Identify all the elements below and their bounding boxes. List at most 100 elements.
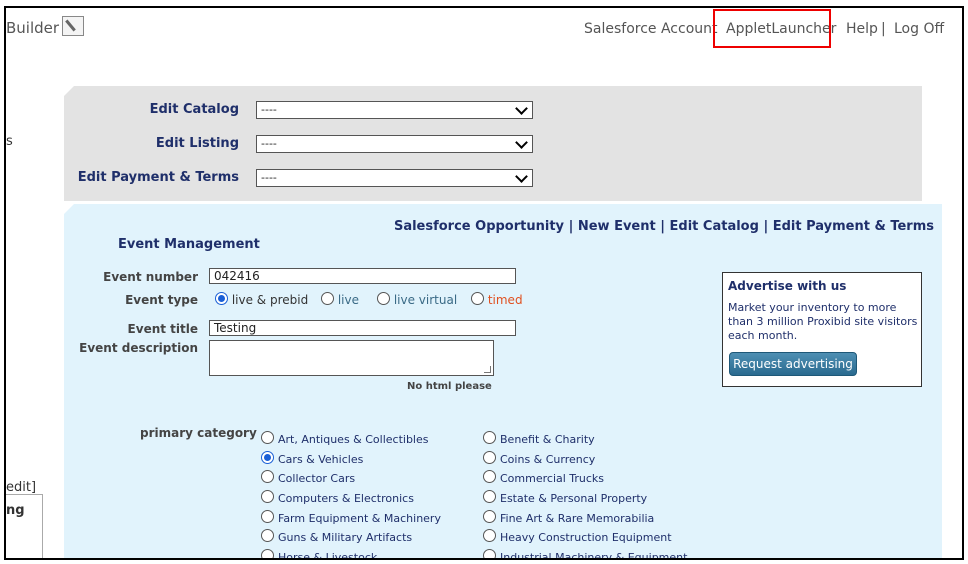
advertise-text: Market your inventory to more than 3 mil… [728, 301, 918, 342]
highlight-box [713, 9, 831, 48]
advertise-box: Advertise with us Market your inventory … [722, 272, 922, 387]
chevron-down-icon [515, 102, 528, 115]
edit-payment-value: ---- [261, 171, 277, 184]
left-fragment-s: s [6, 134, 13, 149]
edit-listing-value: ---- [261, 137, 277, 150]
event-title-input[interactable]: Testing [209, 320, 516, 336]
radio[interactable] [261, 510, 274, 523]
help-link[interactable]: Help [846, 21, 878, 37]
edit-payment-terms-link[interactable]: Edit Payment & Terms [773, 219, 934, 234]
radio[interactable] [483, 549, 496, 558]
category-option[interactable]: Collector Cars [261, 470, 355, 485]
edit-catalog-link[interactable]: Edit Catalog [670, 219, 759, 234]
radio[interactable] [377, 292, 390, 305]
edit-listing-select[interactable]: ---- [256, 135, 533, 153]
category-label: Guns & Military Artifacts [278, 531, 413, 544]
radio[interactable] [261, 470, 274, 483]
radio[interactable] [261, 431, 274, 444]
category-label: Cars & Vehicles [278, 453, 364, 466]
category-option[interactable]: Farm Equipment & Machinery [261, 510, 441, 525]
radio[interactable] [321, 292, 334, 305]
radio[interactable] [483, 490, 496, 503]
event-type-timed-label: timed [487, 293, 523, 307]
category-option[interactable]: Commercial Trucks [483, 470, 604, 485]
category-option[interactable]: Cars & Vehicles [261, 451, 363, 466]
radio[interactable] [483, 470, 496, 483]
request-advertising-button[interactable]: Request advertising [729, 352, 857, 376]
edit-payment-label: Edit Payment & Terms [77, 170, 239, 185]
event-type-live-label: live [337, 293, 359, 307]
nav-separator: | [881, 21, 886, 37]
event-type-label: Event type [125, 293, 198, 307]
category-label: Farm Equipment & Machinery [278, 512, 441, 525]
edit-panel: Edit Catalog ---- Edit Listing ---- Edit… [64, 86, 922, 201]
edit-catalog-value: ---- [261, 103, 277, 116]
category-label: Art, Antiques & Collectibles [278, 433, 429, 446]
radio-selected[interactable] [261, 451, 274, 464]
event-number-input[interactable]: 042416 [209, 268, 516, 284]
radio[interactable] [471, 292, 484, 305]
category-label: Collector Cars [278, 472, 356, 485]
edit-listing-label: Edit Listing [155, 136, 239, 151]
category-option[interactable]: Industrial Machinery & Equipment [483, 549, 688, 560]
event-type-live-prebid[interactable]: live & prebid [215, 292, 308, 307]
chevron-down-icon [515, 170, 528, 183]
event-type-live-virtual-label: live virtual [393, 293, 458, 307]
event-type-live-virtual[interactable]: live virtual [377, 292, 457, 307]
edit-catalog-select[interactable]: ---- [256, 101, 533, 119]
advertise-title: Advertise with us [728, 279, 847, 293]
edit-catalog-label: Edit Catalog [149, 102, 239, 117]
category-label: Fine Art & Rare Memorabilia [500, 512, 655, 525]
radio-selected[interactable] [215, 292, 228, 305]
event-title-label: Event title [127, 322, 198, 336]
category-option[interactable]: Coins & Currency [483, 451, 595, 466]
event-management-title: Event Management [118, 237, 260, 252]
quicklink-separator: | [568, 219, 574, 234]
radio[interactable] [483, 529, 496, 542]
event-type-live[interactable]: live [321, 292, 359, 307]
chevron-down-icon [515, 136, 528, 149]
radio[interactable] [261, 490, 274, 503]
category-option[interactable]: Estate & Personal Property [483, 490, 647, 505]
radio[interactable] [483, 431, 496, 444]
category-option[interactable]: Computers & Electronics [261, 490, 414, 505]
category-label: Coins & Currency [500, 453, 596, 466]
quicklink-separator: | [660, 219, 665, 234]
category-label: Benefit & Charity [500, 433, 595, 446]
radio[interactable] [261, 529, 274, 542]
radio[interactable] [483, 510, 496, 523]
category-option[interactable]: Benefit & Charity [483, 431, 595, 446]
browser-frame: Builder Salesforce Account AppletLaunche… [4, 6, 964, 560]
event-type-live-prebid-label: live & prebid [231, 293, 309, 307]
quicklink-separator: | [763, 219, 769, 234]
edit-payment-select[interactable]: ---- [256, 169, 533, 187]
category-label: Commercial Trucks [500, 472, 605, 485]
category-option[interactable]: Guns & Military Artifacts [261, 529, 412, 544]
category-label: Industrial Machinery & Equipment [500, 551, 688, 560]
log-off-link[interactable]: Log Off [894, 21, 944, 37]
event-description-textarea[interactable] [209, 340, 494, 376]
category-option[interactable]: Art, Antiques & Collectibles [261, 431, 429, 446]
category-label: Computers & Electronics [278, 492, 414, 505]
radio[interactable] [483, 451, 496, 464]
event-type-timed[interactable]: timed [471, 292, 523, 307]
salesforce-account-link[interactable]: Salesforce Account [584, 21, 718, 37]
primary-category-label: primary category [140, 426, 257, 440]
event-description-label: Event description [79, 341, 198, 355]
app-brand: Builder [6, 19, 60, 37]
no-html-note: No html please [407, 381, 492, 392]
quicklinks: Salesforce Opportunity | New Event | Edi… [394, 219, 934, 234]
category-label: Heavy Construction Equipment [500, 531, 672, 544]
left-fragment-ng: ng [6, 503, 25, 518]
category-option[interactable]: Heavy Construction Equipment [483, 529, 672, 544]
new-event-link[interactable]: New Event [578, 219, 656, 234]
event-number-label: Event number [103, 270, 198, 284]
radio[interactable] [261, 549, 274, 558]
category-option[interactable]: Fine Art & Rare Memorabilia [483, 510, 654, 525]
hammer-icon[interactable] [62, 16, 84, 36]
left-fragment-edit[interactable]: edit] [6, 480, 36, 495]
category-label: Horse & Livestock [278, 551, 378, 560]
salesforce-opportunity-link[interactable]: Salesforce Opportunity [394, 219, 564, 234]
category-option[interactable]: Horse & Livestock [261, 549, 378, 560]
category-label: Estate & Personal Property [500, 492, 648, 505]
